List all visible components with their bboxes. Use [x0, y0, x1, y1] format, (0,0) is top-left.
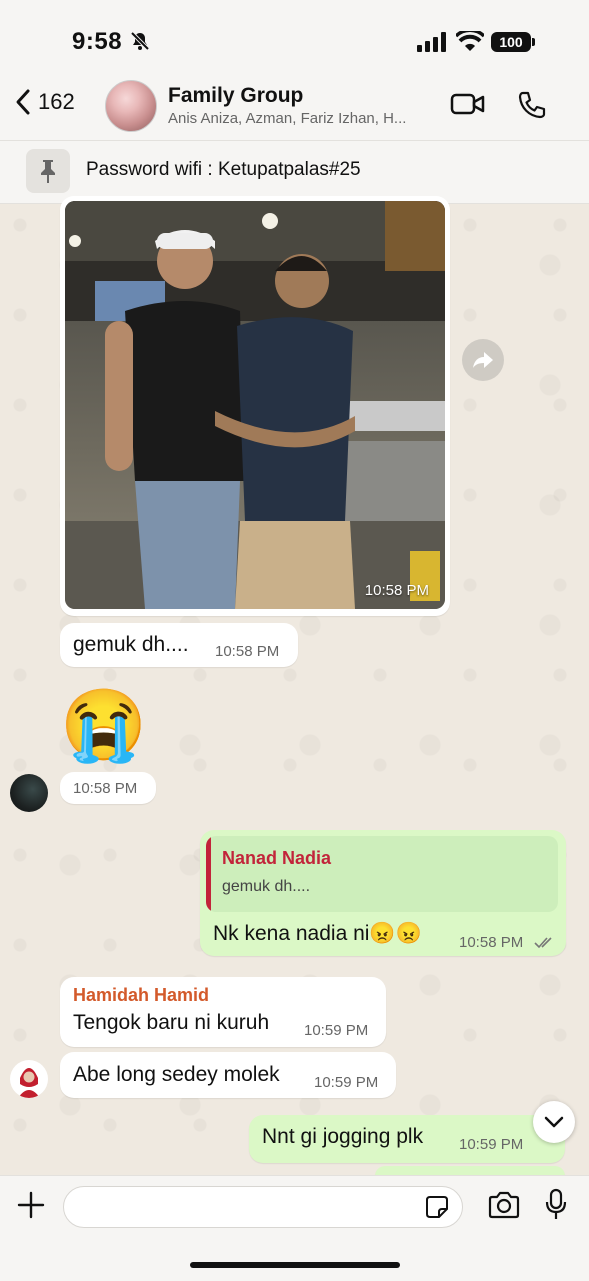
forward-button[interactable] [462, 339, 504, 381]
back-button[interactable]: 162 [14, 88, 75, 116]
reply-quote[interactable]: Nanad Nadia gemuk dh.... [206, 836, 558, 912]
back-chevron-icon [16, 89, 30, 115]
battery-icon: 100 [491, 32, 535, 52]
message-text-field[interactable] [78, 1187, 422, 1227]
group-avatar[interactable] [105, 80, 157, 132]
scroll-to-bottom-button[interactable] [533, 1101, 575, 1143]
message-bubble-incoming[interactable]: 10:58 PM [60, 772, 156, 804]
sender-avatar[interactable] [10, 774, 48, 812]
chevron-down-icon [544, 1116, 564, 1128]
message-bubble-incoming[interactable]: gemuk dh.... 10:58 PM [60, 623, 298, 667]
chat-header: 162 Family Group Anis Aniza, Azman, Fari… [0, 70, 589, 140]
message-time: 10:59 PM [304, 1022, 369, 1039]
message-time: 10:58 PM [215, 643, 280, 660]
message-time: 10:59 PM [459, 1136, 524, 1153]
camera-icon[interactable] [487, 1191, 521, 1219]
photo-time: 10:58 PM [364, 582, 429, 599]
quote-sender-name: Nanad Nadia [222, 848, 332, 868]
bell-off-icon [130, 31, 150, 51]
video-call-icon[interactable] [450, 92, 486, 116]
message-text: Abe long sedey molek [73, 1063, 280, 1086]
message-bubble-outgoing[interactable]: Nnt gi jogging plk 10:59 PM [249, 1115, 565, 1163]
message-text: Nk kena nadia ni😠😠 [213, 922, 422, 945]
wifi-icon [456, 31, 484, 51]
forward-icon [473, 352, 493, 368]
sticker-icon[interactable] [424, 1194, 450, 1220]
pin-icon [26, 149, 70, 193]
status-bar: 9:58 100 [0, 0, 589, 80]
message-input[interactable] [63, 1186, 463, 1228]
group-title[interactable]: Family Group [168, 84, 303, 108]
sender-avatar[interactable] [10, 1060, 48, 1098]
message-bubble-incoming[interactable]: Abe long sedey molek 10:59 PM [60, 1052, 396, 1098]
message-bubble-incoming[interactable]: Hamidah Hamid Tengok baru ni kuruh 10:59… [60, 977, 386, 1047]
status-time: 9:58 [72, 28, 123, 55]
shared-photo[interactable]: 10:58 PM [65, 201, 445, 609]
message-time: 10:58 PM [459, 934, 524, 951]
photo-image [65, 201, 445, 609]
photo-message[interactable]: 10:58 PM [60, 196, 450, 616]
message-text: Tengok baru ni kuruh [73, 1011, 270, 1034]
plus-icon[interactable] [16, 1190, 46, 1220]
message-text: Nnt gi jogging plk [262, 1125, 424, 1148]
message-input-bar [0, 1175, 589, 1281]
pinned-message-bar[interactable]: Password wifi : Ketupatpalas#25 [0, 140, 589, 204]
message-time: 10:59 PM [314, 1074, 379, 1091]
home-indicator [190, 1262, 400, 1268]
double-tick-icon [534, 937, 552, 949]
mic-icon[interactable] [545, 1188, 567, 1222]
pinned-text: Password wifi : Ketupatpalas#25 [86, 159, 361, 180]
message-text: gemuk dh.... [73, 633, 189, 656]
emoji-message[interactable]: 😭 [60, 686, 147, 764]
message-time: 10:58 PM [73, 780, 138, 797]
quote-text: gemuk dh.... [222, 878, 311, 895]
unread-count: 162 [38, 89, 75, 114]
sender-name[interactable]: Hamidah Hamid [73, 985, 209, 1006]
phone-icon[interactable] [517, 90, 547, 120]
signal-icon [417, 32, 446, 52]
group-members[interactable]: Anis Aniza, Azman, Fariz Izhan, H... [168, 110, 438, 127]
